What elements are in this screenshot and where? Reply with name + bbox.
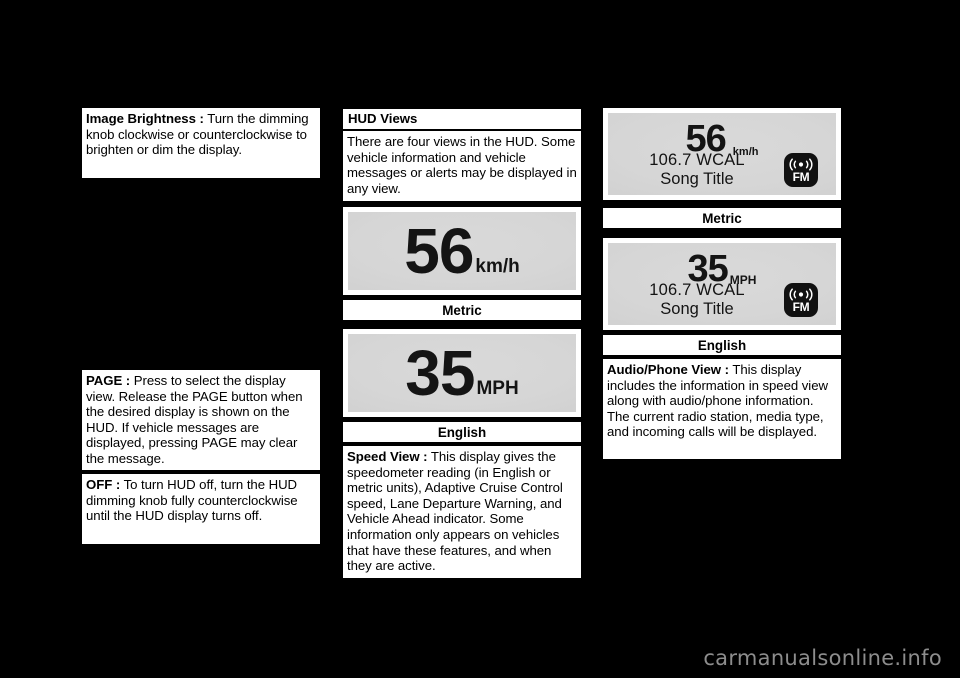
image-brightness-panel: Image Brightness : Turn the dimming knob… bbox=[82, 108, 320, 178]
speed-view-body: This display gives the speedometer readi… bbox=[347, 449, 563, 574]
off-text: OFF : To turn HUD off, turn the HUD dimm… bbox=[86, 477, 316, 524]
caption-metric-middle: Metric bbox=[343, 300, 581, 320]
radio-station-english: 106.7 WCAL bbox=[649, 281, 745, 299]
hud-screen-metric: 56 km/h bbox=[348, 212, 576, 290]
caption-metric-right-label: Metric bbox=[702, 210, 742, 226]
caption-english-middle: English bbox=[343, 422, 581, 442]
audio-phone-view-text: Audio/Phone View : This display includes… bbox=[607, 362, 837, 440]
page-button-panel: PAGE : Press to select the display view.… bbox=[82, 370, 320, 470]
manual-page: Image Brightness : Turn the dimming knob… bbox=[0, 0, 960, 678]
fm-radio-icon: FM bbox=[784, 153, 818, 187]
radio-station-metric: 106.7 WCAL bbox=[649, 151, 745, 169]
speed-readout-metric: 56 km/h bbox=[404, 219, 520, 283]
hud-screen-audio-english: 35 MPH 106.7 WCAL Song Title FM bbox=[608, 243, 836, 325]
image-brightness-text: Image Brightness : Turn the dimming knob… bbox=[86, 111, 316, 158]
fm-label-metric: FM bbox=[792, 170, 810, 184]
hud-views-heading-label: HUD Views bbox=[348, 111, 418, 126]
caption-metric-right: Metric bbox=[603, 208, 841, 228]
speed-view-panel: Speed View : This display gives the spee… bbox=[343, 446, 581, 578]
radio-info-metric: 106.7 WCAL Song Title bbox=[622, 151, 772, 189]
image-brightness-term: Image Brightness : bbox=[86, 111, 204, 126]
speed-readout-english: 35 MPH bbox=[405, 341, 518, 405]
fm-label-english: FM bbox=[792, 300, 810, 314]
hud-image-audio-metric: 56 km/h 106.7 WCAL Song Title FM bbox=[603, 108, 841, 200]
hud-screen-english: 35 MPH bbox=[348, 334, 576, 412]
song-title-english: Song Title bbox=[660, 300, 734, 318]
audio-phone-view-term: Audio/Phone View : bbox=[607, 362, 729, 377]
off-panel: OFF : To turn HUD off, turn the HUD dimm… bbox=[82, 474, 320, 544]
radio-info-english: 106.7 WCAL Song Title bbox=[622, 281, 772, 319]
speed-unit-metric: km/h bbox=[475, 256, 520, 277]
caption-english-middle-label: English bbox=[437, 424, 487, 440]
hud-image-metric: 56 km/h bbox=[343, 207, 581, 295]
caption-english-right-label: English bbox=[697, 337, 747, 353]
hud-views-intro-text: There are four views in the HUD. Some ve… bbox=[347, 134, 577, 196]
speed-view-term: Speed View : bbox=[347, 449, 428, 464]
watermark: carmanualsonline.info bbox=[703, 646, 942, 670]
off-term: OFF : bbox=[86, 477, 121, 492]
speed-view-text: Speed View : This display gives the spee… bbox=[347, 449, 577, 574]
speed-value-metric: 56 bbox=[404, 215, 474, 287]
hud-screen-audio-metric: 56 km/h 106.7 WCAL Song Title FM bbox=[608, 113, 836, 195]
caption-english-right: English bbox=[603, 335, 841, 355]
song-title-metric: Song Title bbox=[660, 170, 734, 188]
hud-image-english: 35 MPH bbox=[343, 329, 581, 417]
fm-radio-icon: FM bbox=[784, 283, 818, 317]
caption-metric-middle-label: Metric bbox=[442, 302, 482, 318]
audio-phone-view-panel: Audio/Phone View : This display includes… bbox=[603, 359, 841, 459]
hud-views-intro-panel: There are four views in the HUD. Some ve… bbox=[343, 131, 581, 201]
page-button-text: PAGE : Press to select the display view.… bbox=[86, 373, 316, 467]
page-button-term: PAGE : bbox=[86, 373, 131, 388]
speed-value-english: 35 bbox=[405, 337, 475, 409]
hud-image-audio-english: 35 MPH 106.7 WCAL Song Title FM bbox=[603, 238, 841, 330]
speed-unit-english: MPH bbox=[476, 378, 519, 399]
hud-views-heading: HUD Views bbox=[343, 109, 581, 129]
